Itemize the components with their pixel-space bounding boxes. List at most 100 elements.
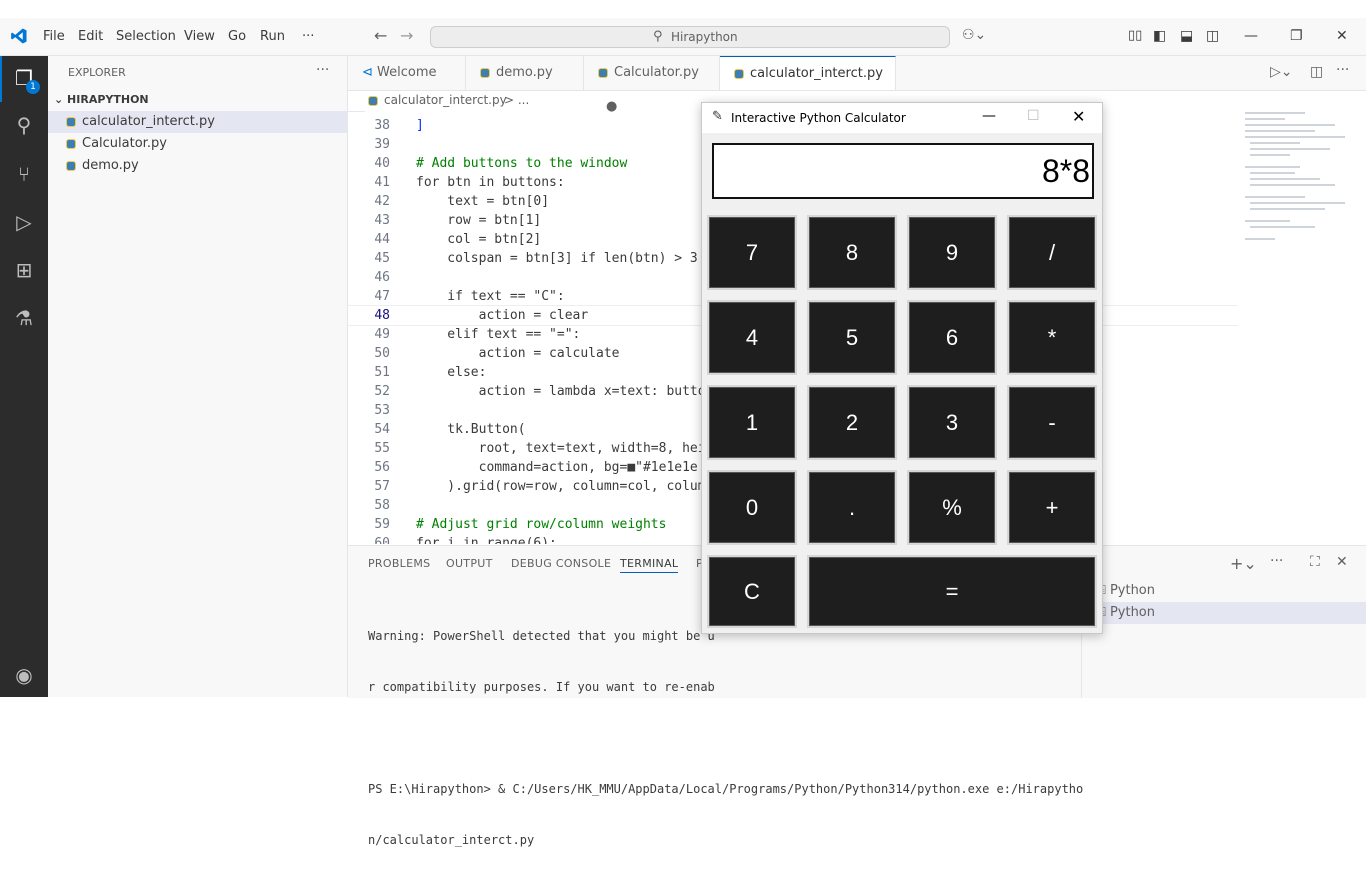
active-indicator — [0, 56, 2, 102]
split-editor-icon[interactable]: ◫ — [1310, 64, 1323, 80]
calc-button-4[interactable]: 4 — [707, 300, 797, 375]
folder-hirapython[interactable]: ⌄ HIRAPYTHON — [48, 89, 353, 111]
python-file-icon — [598, 67, 608, 78]
terminal-output[interactable]: Warning: PowerShell detected that you mi… — [368, 594, 1083, 883]
menu-go[interactable]: Go — [228, 29, 246, 44]
calc-button-subtract[interactable]: - — [1007, 385, 1097, 460]
code-line: if text == "C": — [416, 289, 565, 304]
breadcrumb-rest[interactable]: > ... — [504, 93, 529, 107]
calculator-display: 8*8 — [712, 143, 1094, 199]
python-file-icon — [734, 68, 744, 79]
file-calculator[interactable]: Calculator.py — [48, 133, 365, 155]
code-line: ).grid(row=row, column=col, colum — [416, 479, 706, 494]
calc-button-8[interactable]: 8 — [807, 215, 897, 290]
calc-button-percent[interactable]: % — [907, 470, 997, 545]
code-line: # Add buttons to the window — [416, 156, 628, 171]
calc-button-equals[interactable]: = — [807, 555, 1097, 628]
explorer-badge: 1 — [26, 80, 40, 94]
calc-button-2[interactable]: 2 — [807, 385, 897, 460]
panel-tab-problems[interactable]: PROBLEMS — [368, 557, 430, 570]
calc-button-3[interactable]: 3 — [907, 385, 997, 460]
calc-button-multiply[interactable]: * — [1007, 300, 1097, 375]
testing-icon[interactable]: ⚗ — [12, 306, 36, 330]
tab-demo[interactable]: demo.py — [466, 56, 584, 90]
calc-button-add[interactable]: + — [1007, 470, 1097, 545]
command-center-search[interactable]: ⚲ Hirapython — [430, 26, 950, 48]
breadcrumb-file[interactable]: calculator_interct.py — [368, 93, 507, 107]
toggle-secondary-sidebar-icon[interactable]: ◫ — [1206, 28, 1219, 44]
customize-layout-icon[interactable]: ▯▯ — [1128, 28, 1142, 43]
restore-icon[interactable]: ❐ — [1290, 28, 1303, 44]
line-number: 48 — [374, 308, 390, 323]
line-number: 54 — [374, 422, 390, 437]
minimap[interactable] — [1240, 112, 1355, 262]
terminal-item-python[interactable]: ⌸ Python — [1082, 580, 1366, 602]
calc-button-6[interactable]: 6 — [907, 300, 997, 375]
search-text: Hirapython — [671, 30, 738, 44]
account-icon[interactable]: ◉ — [12, 663, 36, 687]
extensions-icon[interactable]: ⊞ — [12, 258, 36, 282]
vscode-logo-icon — [10, 27, 28, 49]
panel-tab-output[interactable]: OUTPUT — [446, 557, 493, 570]
panel-tab-debug-console[interactable]: DEBUG CONSOLE — [511, 557, 611, 570]
menu-selection[interactable]: Selection — [116, 29, 176, 44]
minimize-icon[interactable]: — — [982, 108, 996, 124]
line-number: 43 — [374, 213, 390, 228]
maximize-panel-icon[interactable]: ⛶ — [1310, 554, 1320, 570]
more-actions-icon[interactable]: ··· — [1270, 553, 1283, 569]
tab-welcome[interactable]: ⊲ Welcome — [348, 56, 466, 90]
toggle-sidebar-icon[interactable]: ◧ — [1153, 28, 1166, 44]
file-calculator-interct[interactable]: calculator_interct.py — [48, 111, 365, 133]
calc-button-9[interactable]: 9 — [907, 215, 997, 290]
tab-calculator[interactable]: Calculator.py ● — [584, 56, 720, 114]
source-control-icon[interactable]: ⑂ — [12, 162, 36, 186]
line-number: 57 — [374, 479, 390, 494]
python-file-icon — [66, 116, 76, 127]
more-actions-icon[interactable]: ··· — [316, 62, 329, 78]
line-number: 46 — [374, 270, 390, 285]
back-arrow-icon[interactable]: ← — [374, 26, 387, 45]
more-actions-icon[interactable]: ··· — [1336, 62, 1349, 78]
line-number: 45 — [374, 251, 390, 266]
close-icon[interactable]: ✕ — [1072, 107, 1085, 126]
code-line: col = btn[2] — [416, 232, 542, 247]
run-file-icon[interactable]: ▷⌄ — [1270, 64, 1293, 80]
python-file-icon — [66, 138, 76, 149]
menu-file[interactable]: File — [43, 29, 65, 44]
tab-calculator-interct[interactable]: calculator_interct.py ✕ — [720, 56, 896, 115]
calc-button-decimal[interactable]: . — [807, 470, 897, 545]
minimize-icon[interactable]: — — [1244, 28, 1258, 44]
toggle-panel-icon[interactable]: ⬓ — [1180, 28, 1193, 44]
code-line: tk.Button( — [416, 422, 526, 437]
file-demo[interactable]: demo.py — [48, 155, 365, 177]
forward-arrow-icon[interactable]: → — [400, 26, 413, 45]
search-icon[interactable]: ⚲ — [12, 113, 36, 137]
chevron-down-icon: ⌄ — [54, 93, 68, 106]
menu-more[interactable]: ··· — [302, 29, 314, 44]
new-terminal-icon[interactable]: +⌄ — [1230, 554, 1257, 573]
copilot-icon[interactable]: ⚇⌄ — [962, 27, 986, 43]
close-icon[interactable]: ✕ — [1336, 28, 1348, 44]
calc-button-5[interactable]: 5 — [807, 300, 897, 375]
panel-tab-terminal[interactable]: TERMINAL — [620, 557, 679, 573]
run-debug-icon[interactable]: ▷ — [12, 210, 36, 234]
activity-bar: ❐ 1 ⚲ ⑂ ▷ ⊞ ⚗ ◉ — [0, 56, 48, 697]
code-line: colspan = btn[3] if len(btn) > 3 — [416, 251, 698, 266]
calc-button-1[interactable]: 1 — [707, 385, 797, 460]
menu-run[interactable]: Run — [260, 29, 285, 44]
terminal-line: n/calculator_interct.py — [368, 833, 535, 847]
menu-edit[interactable]: Edit — [78, 29, 103, 44]
close-panel-icon[interactable]: ✕ — [1336, 554, 1348, 570]
calc-button-7[interactable]: 7 — [707, 215, 797, 290]
calc-button-divide[interactable]: / — [1007, 215, 1097, 290]
menu-view[interactable]: View — [184, 29, 215, 44]
maximize-icon[interactable]: ☐ — [1027, 108, 1040, 124]
calc-button-clear[interactable]: C — [707, 555, 797, 628]
calculator-title: Interactive Python Calculator — [731, 111, 906, 125]
line-number: 42 — [374, 194, 390, 209]
code-line: text = btn[0] — [416, 194, 550, 209]
terminal-item-python[interactable]: ⌸ Python — [1082, 602, 1366, 624]
line-number: 39 — [374, 137, 390, 152]
code-line: else: — [416, 365, 487, 380]
calc-button-0[interactable]: 0 — [707, 470, 797, 545]
